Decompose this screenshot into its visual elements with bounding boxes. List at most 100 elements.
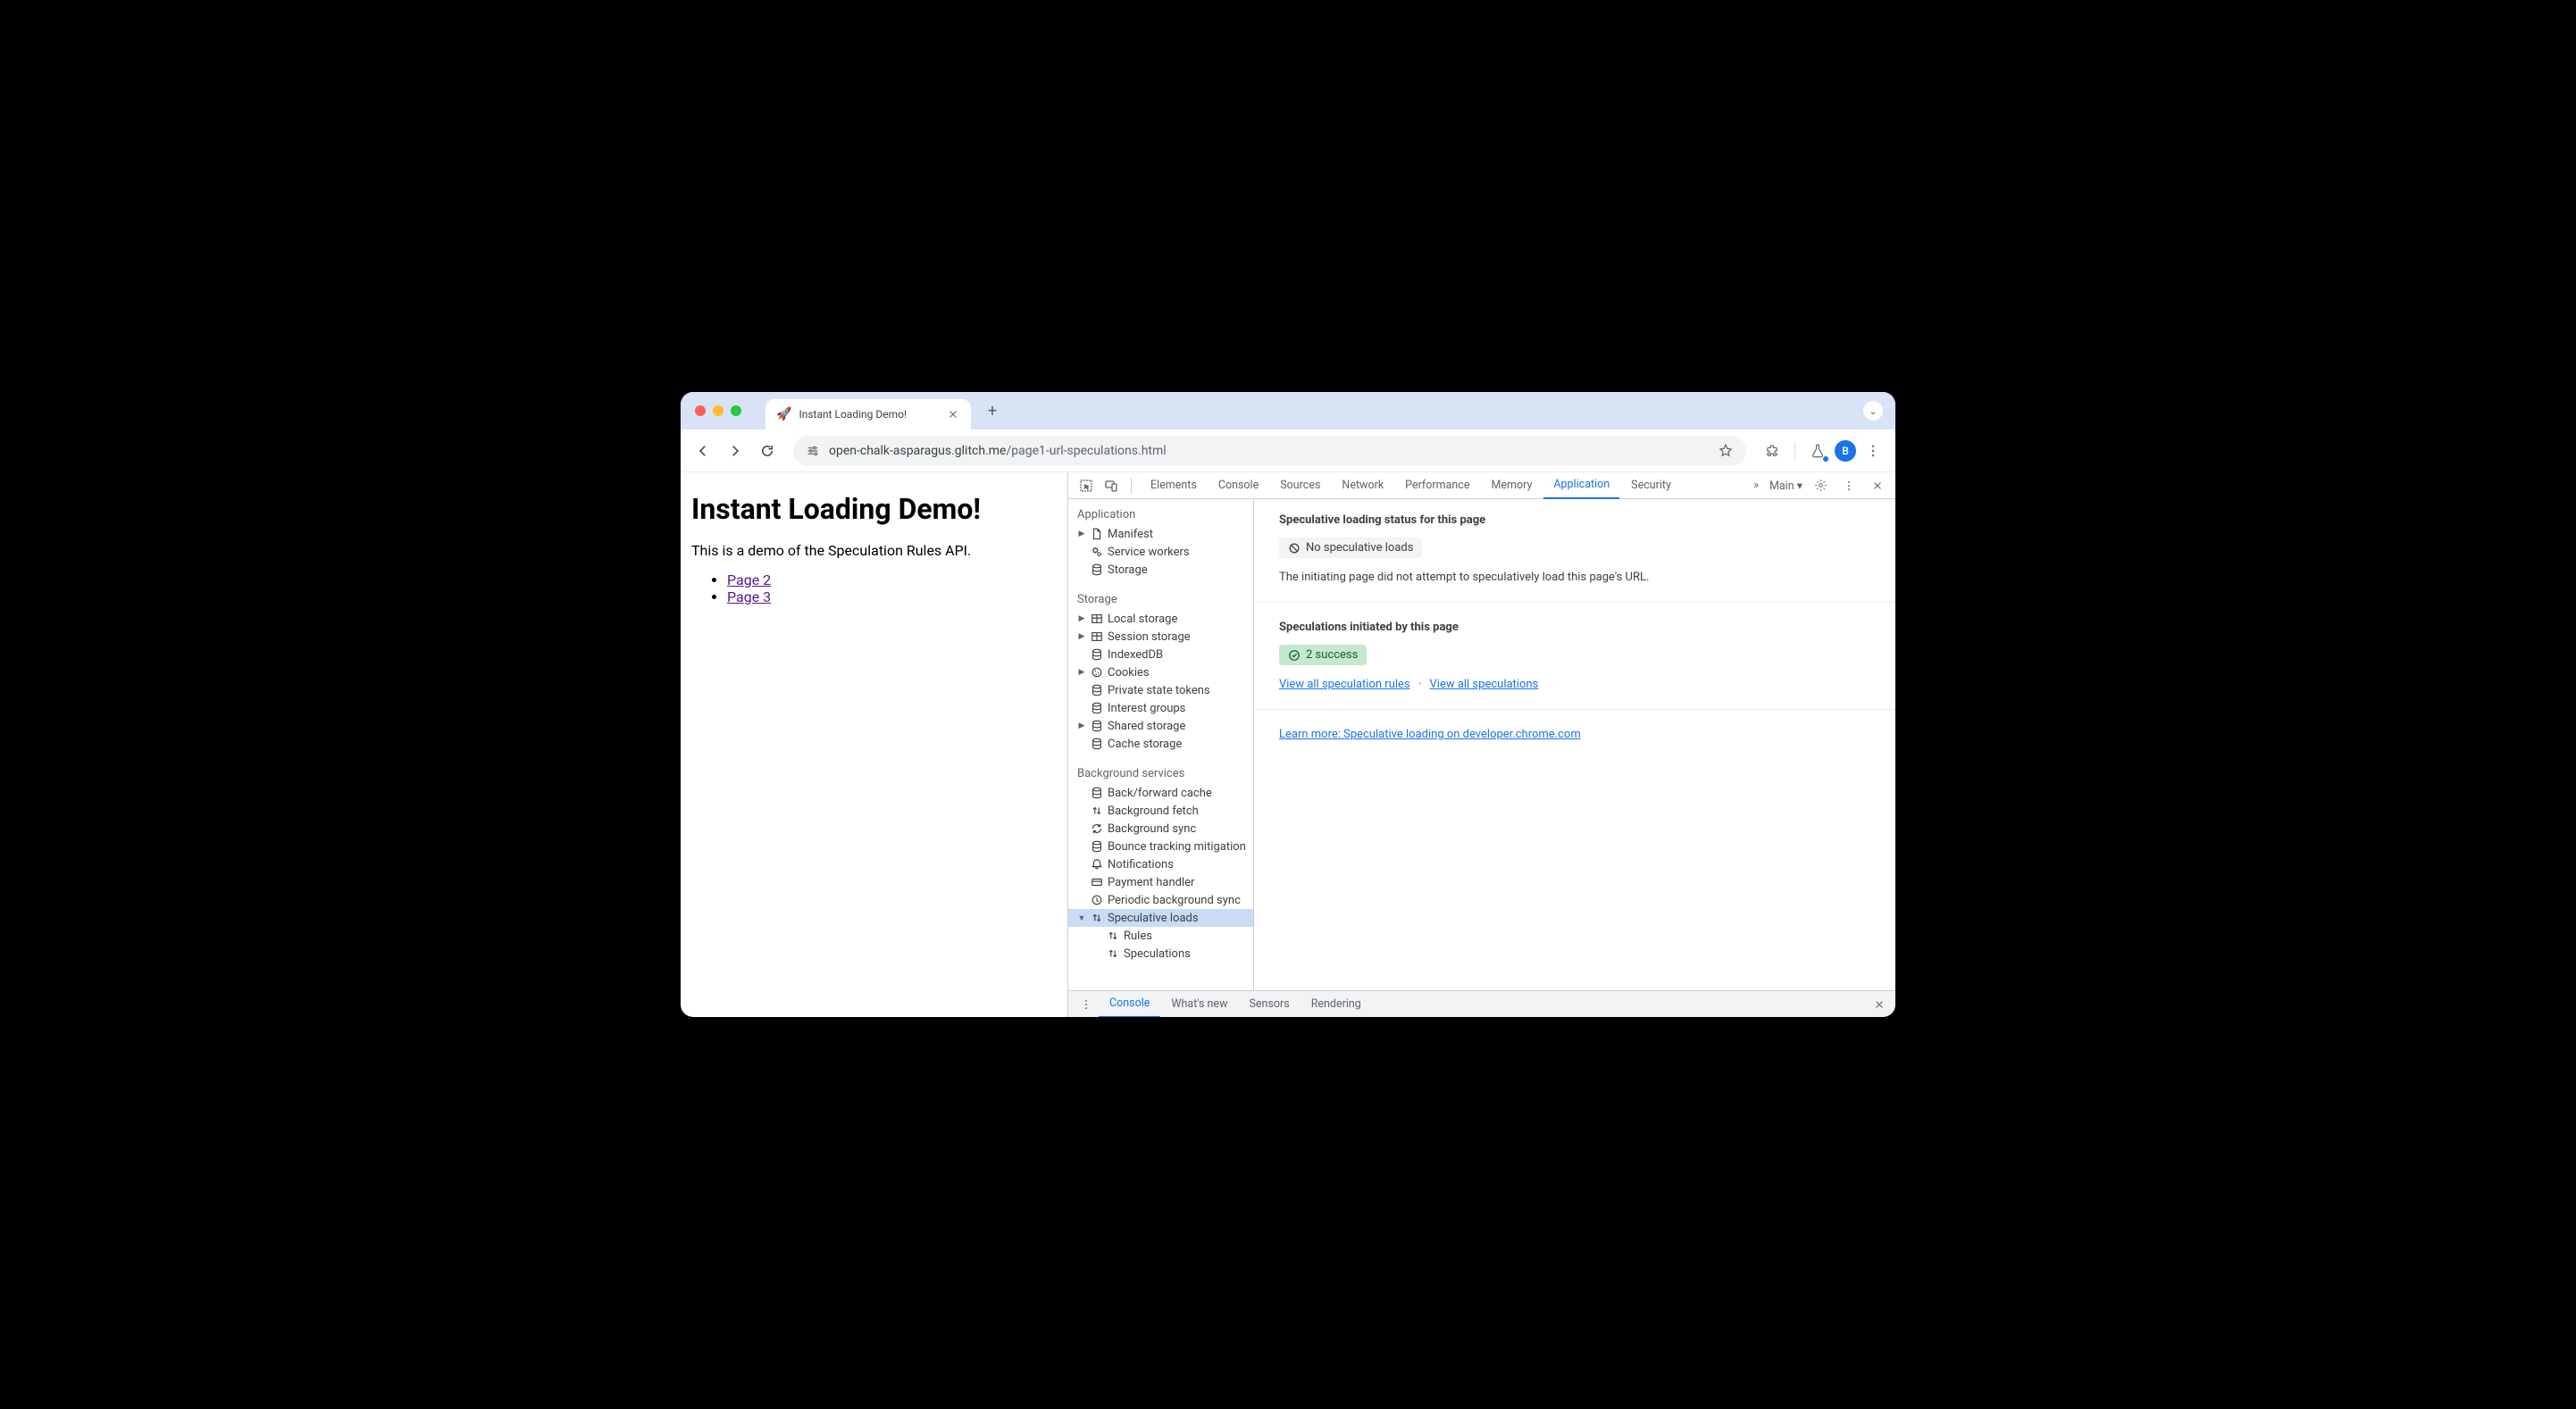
sidebar-item-label: Storage — [1108, 563, 1148, 577]
view-speculations-link[interactable]: View all speculations — [1430, 678, 1539, 691]
sidebar-item-label: Session storage — [1108, 630, 1191, 644]
page-link-item: Page 2 — [727, 571, 1057, 588]
sidebar-item-periodic-background-sync[interactable]: Periodic background sync — [1068, 891, 1253, 909]
reload-button[interactable] — [754, 438, 781, 464]
sidebar-item-label: Local storage — [1108, 613, 1177, 626]
sidebar-item-label: Private state tokens — [1108, 684, 1210, 697]
updown-icon — [1106, 929, 1120, 943]
devtools-tab-console[interactable]: Console — [1209, 472, 1268, 499]
sidebar-item-label: Manifest — [1108, 528, 1153, 541]
devtools-close-button[interactable] — [1867, 475, 1888, 496]
status-text: The initiating page did not attempt to s… — [1279, 571, 1870, 584]
sidebar-item-rules[interactable]: Rules — [1068, 927, 1253, 945]
site-settings-icon — [806, 444, 820, 458]
devtools-tab-application[interactable]: Application — [1543, 472, 1619, 499]
sidebar-item-back-forward-cache[interactable]: Back/forward cache — [1068, 784, 1253, 802]
sidebar-item-manifest[interactable]: ▶Manifest — [1068, 525, 1253, 543]
drawer-tab-rendering[interactable]: Rendering — [1301, 991, 1372, 1018]
drawer-tab-console[interactable]: Console — [1099, 991, 1160, 1018]
view-rules-link[interactable]: View all speculation rules — [1279, 678, 1410, 691]
back-button[interactable] — [690, 438, 716, 464]
sidebar-item-interest-groups[interactable]: Interest groups — [1068, 699, 1253, 717]
sidebar-item-service-workers[interactable]: Service workers — [1068, 543, 1253, 561]
devtools-tab-elements[interactable]: Elements — [1141, 472, 1207, 499]
sidebar-item-background-fetch[interactable]: Background fetch — [1068, 802, 1253, 820]
page-link-item: Page 3 — [727, 588, 1057, 605]
sidebar-item-label: Cookies — [1108, 666, 1150, 679]
sidebar-item-payment-handler[interactable]: Payment handler — [1068, 873, 1253, 891]
star-icon[interactable] — [1718, 443, 1734, 459]
db-icon — [1090, 563, 1104, 577]
sidebar-item-local-storage[interactable]: ▶ Local storage — [1068, 610, 1253, 628]
application-main: Speculative loading status for this page… — [1254, 499, 1895, 990]
labs-button[interactable] — [1804, 438, 1831, 464]
maximize-window-button[interactable] — [731, 405, 741, 416]
profile-avatar[interactable]: B — [1835, 440, 1856, 462]
sidebar-item-bounce-tracking-mitigation[interactable]: Bounce tracking mitigation — [1068, 838, 1253, 855]
sidebar-item-notifications[interactable]: Notifications — [1068, 855, 1253, 873]
drawer-tab-sensors[interactable]: Sensors — [1238, 991, 1300, 1018]
learn-more-link[interactable]: Learn more: Speculative loading on devel… — [1279, 728, 1581, 741]
devtools-tab-memory[interactable]: Memory — [1481, 472, 1542, 499]
sidebar-item-speculations[interactable]: Speculations — [1068, 945, 1253, 963]
devtools-tab-security[interactable]: Security — [1621, 472, 1681, 499]
db-icon — [1090, 701, 1104, 715]
db-icon — [1090, 647, 1104, 662]
sidebar-item-cookies[interactable]: ▶ Cookies — [1068, 663, 1253, 681]
browser-tab[interactable]: 🚀 Instant Loading Demo! — [765, 399, 971, 429]
card-icon — [1090, 875, 1104, 889]
sidebar-item-session-storage[interactable]: ▶Session storage — [1068, 628, 1253, 646]
status-heading: Speculative loading status for this page — [1279, 513, 1870, 527]
drawer-close-button[interactable] — [1870, 996, 1888, 1013]
table-icon — [1090, 629, 1104, 644]
device-toggle-button[interactable] — [1100, 475, 1122, 496]
sidebar-item-label: Background sync — [1108, 822, 1196, 836]
expand-arrow-icon: ▶ — [1077, 668, 1086, 677]
sidebar-item-label: Cache storage — [1108, 738, 1182, 751]
expand-arrow-icon: ▶ — [1077, 614, 1086, 623]
gears-icon — [1090, 545, 1104, 559]
sidebar-item-shared-storage[interactable]: ▶Shared storage — [1068, 717, 1253, 735]
sidebar-item-storage[interactable]: Storage — [1068, 561, 1253, 579]
tab-search-button[interactable]: ⌄ — [1863, 401, 1883, 421]
sidebar-item-label: Periodic background sync — [1108, 894, 1241, 907]
tab-title: Instant Loading Demo! — [799, 408, 939, 421]
updown-icon — [1090, 911, 1104, 925]
inspect-element-button[interactable] — [1075, 475, 1097, 496]
sidebar-item-cache-storage[interactable]: Cache storage — [1068, 735, 1253, 753]
new-tab-button[interactable]: + — [980, 398, 1005, 423]
sidebar-item-indexeddb[interactable]: IndexedDB — [1068, 646, 1253, 663]
chrome-menu-button[interactable] — [1860, 438, 1886, 464]
sidebar-item-speculative-loads[interactable]: ▼Speculative loads — [1068, 909, 1253, 927]
drawer-tab-what-s-new[interactable]: What's new — [1160, 991, 1238, 1018]
status-badge: No speculative loads — [1279, 538, 1422, 558]
devtools-tab-performance[interactable]: Performance — [1395, 472, 1479, 499]
more-tabs-button[interactable]: » — [1746, 479, 1766, 492]
page-link[interactable]: Page 2 — [727, 571, 771, 588]
devtools-panel: ElementsConsoleSourcesNetworkPerformance… — [1067, 472, 1895, 1017]
sidebar-item-background-sync[interactable]: Background sync — [1068, 820, 1253, 838]
drawer-menu-button[interactable] — [1075, 994, 1097, 1015]
address-bar[interactable]: open-chalk-asparagus.glitch.me/page1-url… — [793, 436, 1746, 466]
page-links-list: Page 2Page 3 — [691, 571, 1057, 605]
devtools-settings-button[interactable] — [1810, 475, 1831, 496]
sidebar-item-private-state-tokens[interactable]: Private state tokens — [1068, 681, 1253, 699]
page-link[interactable]: Page 3 — [727, 588, 771, 605]
minimize-window-button[interactable] — [713, 405, 723, 416]
sidebar-item-label: IndexedDB — [1108, 648, 1163, 662]
db-icon — [1090, 737, 1104, 751]
extensions-button[interactable] — [1759, 438, 1786, 464]
sidebar-item-label: Background fetch — [1108, 805, 1199, 818]
close-tab-button[interactable] — [946, 407, 960, 421]
close-window-button[interactable] — [695, 405, 706, 416]
page-description: This is a demo of the Speculation Rules … — [691, 542, 1057, 559]
devtools-tab-sources[interactable]: Sources — [1270, 472, 1330, 499]
devtools-menu-button[interactable] — [1838, 475, 1860, 496]
initiated-heading: Speculations initiated by this page — [1279, 621, 1870, 634]
sidebar-item-label: Speculations — [1124, 947, 1191, 961]
db-icon — [1090, 683, 1104, 697]
forward-button[interactable] — [722, 438, 749, 464]
target-selector[interactable]: Main ▾ — [1769, 479, 1802, 493]
sidebar-item-label: Back/forward cache — [1108, 787, 1212, 800]
devtools-tab-network[interactable]: Network — [1332, 472, 1393, 499]
